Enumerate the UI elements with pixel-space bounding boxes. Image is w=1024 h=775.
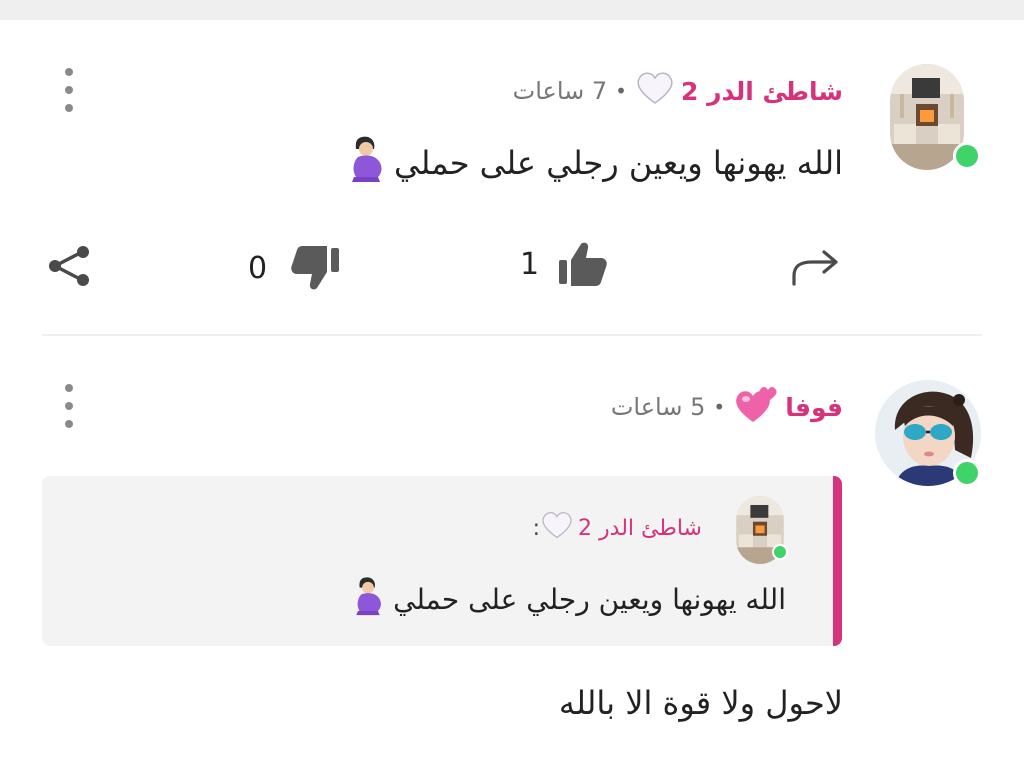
thumbs-up-icon <box>559 242 607 286</box>
white-heart-icon <box>635 70 675 112</box>
top-bar <box>0 0 1024 20</box>
quote-accent-bar <box>833 476 842 646</box>
quoted-suffix: : <box>532 515 541 541</box>
online-indicator <box>772 544 788 560</box>
online-indicator <box>953 459 981 487</box>
share-icon <box>49 246 89 286</box>
dislike-count: 0 <box>248 250 268 286</box>
more-options-kebab-icon[interactable] <box>59 68 79 112</box>
dislike-button[interactable]: 0 <box>248 244 341 292</box>
timestamp: 7 ساعات <box>512 77 608 105</box>
share-button[interactable] <box>46 244 92 288</box>
quoted-author-name: شاطئ الدر 2 <box>578 515 702 541</box>
pregnant-woman-icon <box>348 135 384 191</box>
author-name[interactable]: شاطئ الدر 2 <box>681 77 843 106</box>
reply-button[interactable] <box>790 246 842 288</box>
comment-body: الله يهونها ويعين رجلي على حملي <box>348 135 843 191</box>
like-count: 1 <box>520 246 540 282</box>
comment-text: لاحول ولا قوة الا بالله <box>558 684 843 722</box>
quoted-body: الله يهونها ويعين رجلي على حملي <box>353 576 786 622</box>
comment-divider <box>42 334 982 336</box>
quoted-meta: شاطئ الدر 2 : <box>533 510 702 546</box>
timestamp: 5 ساعات <box>610 393 706 421</box>
quoted-comment[interactable]: شاطئ الدر 2 : الله يهونها ويعين رجلي على… <box>42 476 842 646</box>
comment-text: الله يهونها ويعين رجلي على حملي <box>393 144 843 182</box>
online-indicator <box>953 142 981 170</box>
pregnant-woman-icon <box>353 575 383 624</box>
comment-meta: شاطئ الدر 2 • 7 ساعات <box>513 72 843 110</box>
reply-arrow-icon <box>792 250 838 286</box>
author-name[interactable]: فوفا <box>785 393 843 422</box>
quoted-text: الله يهونها ويعين رجلي على حملي <box>393 582 786 616</box>
separator-dot: • <box>713 395 726 419</box>
more-options-kebab-icon[interactable] <box>59 384 79 428</box>
thumbs-down-icon <box>291 246 340 290</box>
separator-dot: • <box>615 79 627 103</box>
comment-meta: فوفا • 5 ساعات <box>610 387 843 426</box>
white-heart-icon <box>540 510 574 546</box>
like-button[interactable]: 1 <box>520 240 609 288</box>
revolving-hearts-icon <box>733 384 779 430</box>
